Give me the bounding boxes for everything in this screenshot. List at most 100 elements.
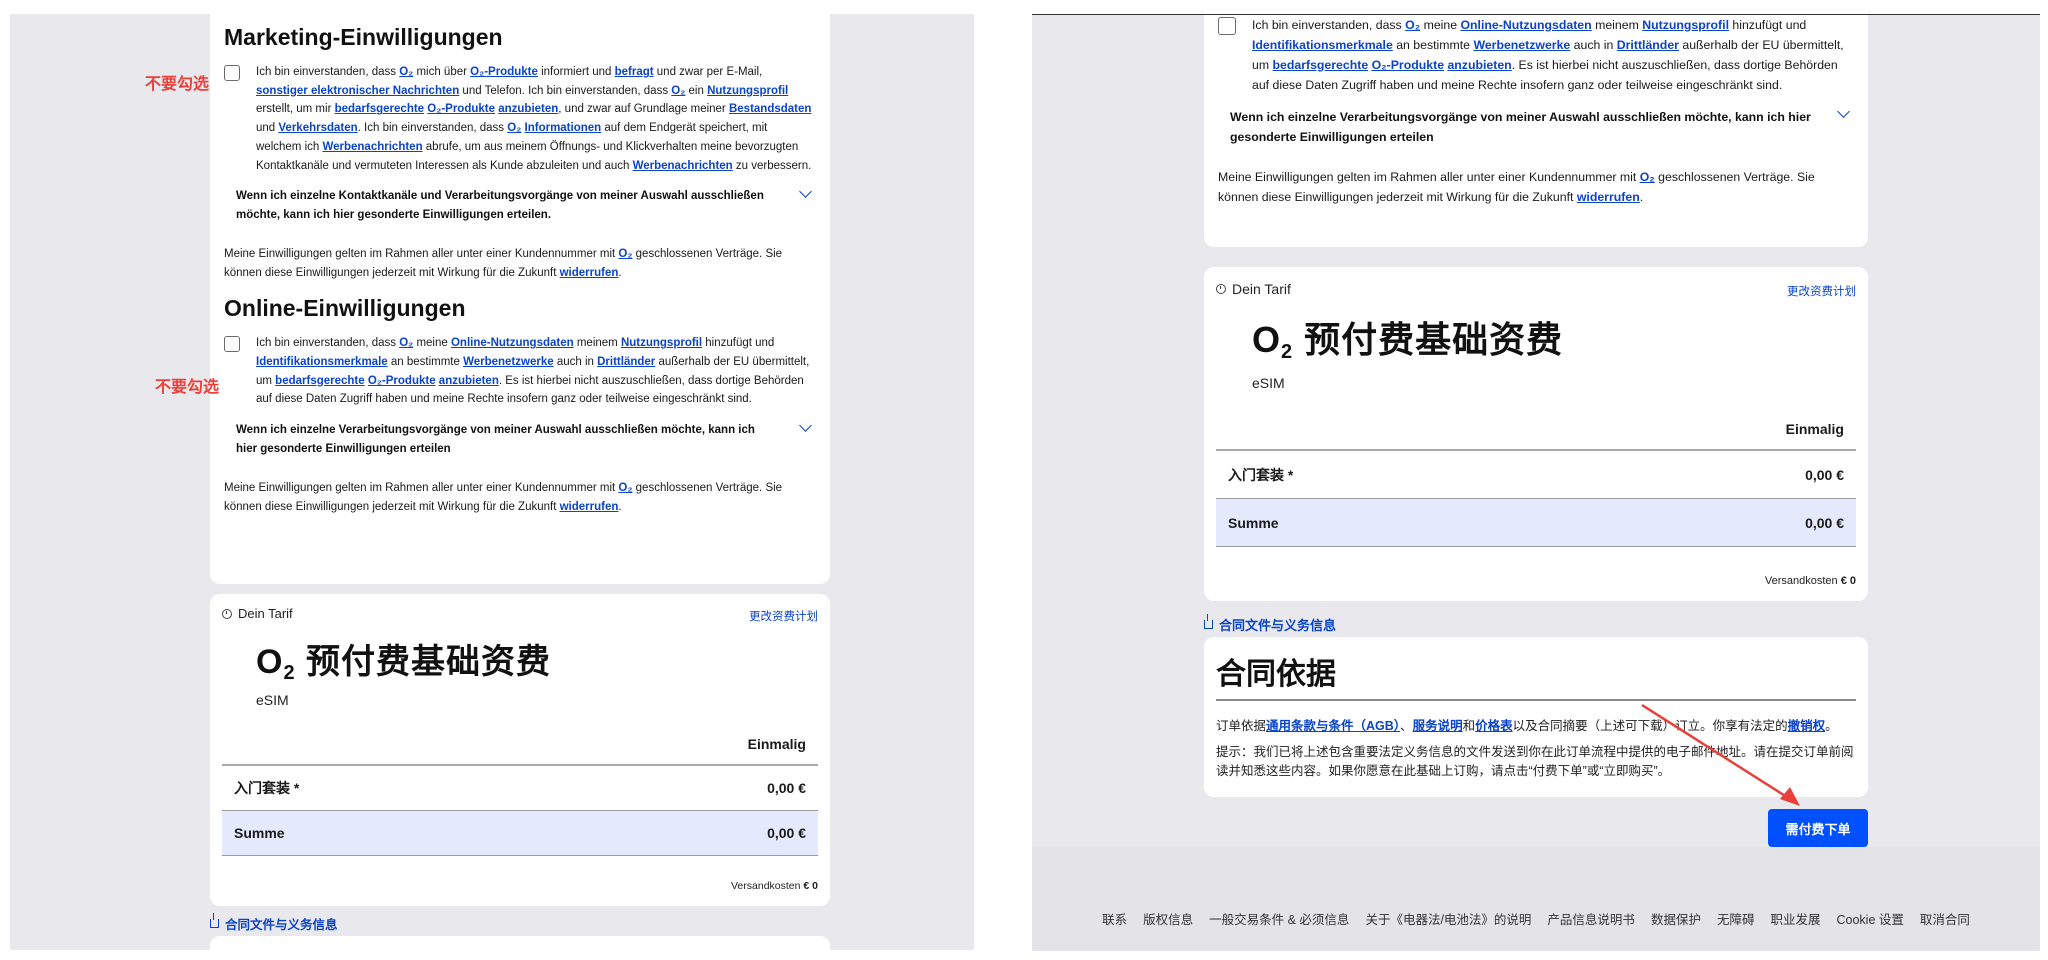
do-not-check-annotation: 不要勾选 [145, 76, 210, 93]
online-consent: Ich bin einverstanden, dass O₂ meine Onl… [224, 334, 814, 409]
online-accordion[interactable]: Wenn ich einzelne Verarbeitungsvorgänge … [236, 419, 814, 459]
inline-link[interactable]: widerrufen [560, 501, 619, 513]
inline-link[interactable]: bedarfsgerechte [275, 375, 364, 387]
inline-link[interactable]: anzubieten [498, 103, 558, 115]
table-row-sum: Summe 0,00 € [1216, 499, 1856, 547]
inline-link[interactable]: Nutzungsprofil [621, 337, 702, 349]
inline-link[interactable]: O₂-Produkte [470, 66, 538, 78]
inline-link[interactable]: O₂-Produkte [1372, 58, 1444, 72]
footer-link-imprint[interactable]: 版权信息 [1143, 909, 1193, 928]
inline-link[interactable]: O₂ [671, 85, 685, 97]
contract-docs-link[interactable]: 合同文件与义务信息 [1204, 614, 1336, 634]
inline-link[interactable]: Identifikationsmerkmale [1252, 38, 1393, 52]
price-column-header: Einmalig [222, 736, 818, 766]
row-value: 0,00 € [1805, 466, 1844, 483]
inline-link[interactable]: bedarfsgerechte [1273, 58, 1369, 72]
marketing-footnote: Meine Einwilligungen gelten im Rahmen al… [224, 248, 783, 280]
inline-link[interactable]: Online-Nutzungsdaten [1460, 18, 1591, 32]
tariff-heading: Dein Tarif [222, 606, 293, 621]
inline-link[interactable]: Bestandsdaten [729, 103, 811, 115]
inline-link[interactable]: O₂ [1405, 18, 1420, 32]
shipping-cost: Versandkosten € 0 [731, 880, 818, 892]
arrow-line [1641, 703, 1791, 801]
online-checkbox[interactable] [224, 336, 240, 353]
inline-link[interactable]: 服务说明 [1413, 719, 1463, 733]
inline-link[interactable]: O₂ [399, 337, 413, 349]
footer-link-terms[interactable]: 一般交易条件 & 必须信息 [1209, 909, 1349, 928]
table-row: 入门套装 * 0,00 € [222, 766, 818, 811]
clock-icon [1216, 284, 1226, 294]
plan-title: 预付费基础资费 [295, 643, 552, 681]
inline-link[interactable]: Drittländer [1617, 38, 1679, 52]
footer-link-cancel-contract[interactable]: 取消合同 [1920, 909, 1970, 928]
inline-link[interactable]: O₂ [618, 482, 632, 494]
change-plan-link[interactable]: 更改资费计划 [1787, 283, 1856, 299]
marketing-title: Marketing-Einwilligungen [224, 24, 503, 50]
inline-link[interactable]: Nutzungsprofil [1642, 18, 1729, 32]
inline-link[interactable]: O₂-Produkte [368, 375, 436, 387]
footer-links: 联系 版权信息 一般交易条件 & 必须信息 关于《电器法/电池法》的说明 产品信… [1032, 909, 2040, 928]
arrow-head [1780, 787, 1800, 806]
inline-link[interactable]: O₂ [1640, 170, 1655, 184]
row-label: 入门套装 * [234, 780, 300, 796]
shipping-label: Versandkosten [731, 880, 804, 892]
table-row: 入门套装 * 0,00 € [1216, 451, 1856, 499]
footer-link-contact[interactable]: 联系 [1102, 909, 1127, 928]
plan-name: O2 预付费基础资费 [1252, 311, 1563, 364]
clock-icon [222, 608, 232, 619]
inline-link[interactable]: bedarfsgerechte [335, 103, 424, 115]
sim-type: eSIM [1252, 375, 1285, 391]
change-plan-link[interactable]: 更改资费计划 [749, 608, 818, 624]
plan-brand-sub: 2 [283, 662, 296, 684]
inline-link[interactable]: befragt [615, 66, 654, 78]
inline-link[interactable]: Werbenachrichten [322, 141, 422, 153]
inline-link[interactable]: O₂ [399, 66, 413, 78]
inline-link[interactable]: anzubieten [439, 375, 499, 387]
inline-link[interactable]: 通用条款与条件（AGB） [1266, 719, 1400, 733]
inline-link[interactable]: Informationen [525, 122, 602, 134]
marketing-checkbox[interactable] [224, 65, 240, 81]
shipping-label: Versandkosten [1764, 575, 1841, 587]
inline-link[interactable]: widerrufen [1577, 190, 1640, 204]
online-title: Online-Einwilligungen [224, 295, 466, 322]
download-icon [210, 913, 219, 928]
inline-link[interactable]: Drittländer [597, 356, 655, 368]
inline-link[interactable]: Werbenetzwerke [1473, 38, 1570, 52]
contract-docs-label: 合同文件与义务信息 [225, 918, 338, 932]
row-label: Summe [1228, 514, 1279, 531]
inline-link[interactable]: Online-Nutzungsdaten [451, 337, 574, 349]
download-icon [1204, 614, 1213, 629]
contract-docs-link[interactable]: 合同文件与义务信息 [210, 913, 338, 933]
chevron-down-icon [1837, 105, 1850, 118]
footer-link-weee[interactable]: 关于《电器法/电池法》的说明 [1365, 909, 1531, 928]
online-consent-card: Ich bin einverstanden, dass O₂ meine Onl… [1204, 15, 1868, 247]
inline-link[interactable]: widerrufen [560, 267, 619, 279]
marketing-accordion[interactable]: Wenn ich einzelne Kontaktkanäle und Vera… [236, 185, 814, 225]
inline-link[interactable]: Identifikationsmerkmale [256, 356, 388, 368]
online-accordion-label: Wenn ich einzelne Verarbeitungsvorgänge … [236, 424, 755, 456]
inline-link[interactable]: O₂ [618, 248, 632, 260]
footer-link-cookie-settings[interactable]: Cookie 设置 [1836, 909, 1903, 928]
tariff-card: Dein Tarif 更改资费计划 O2 预付费基础资费 eSIM Einmal… [210, 594, 830, 906]
shipping-value: € 0 [803, 880, 818, 892]
online-consent-text: Ich bin einverstanden, dass O₂ meine Onl… [1252, 18, 1844, 92]
online-checkbox[interactable] [1218, 17, 1236, 35]
row-label: 入门套装 * [1228, 466, 1294, 483]
online-accordion[interactable]: Wenn ich einzelne Verarbeitungsvorgänge … [1230, 105, 1852, 147]
price-table: Einmalig 入门套装 * 0,00 € Summe 0,00 € [1216, 421, 1856, 547]
plan-brand-sub: 2 [1281, 341, 1294, 363]
inline-link[interactable]: Verkehrsdaten [278, 122, 357, 134]
inline-link[interactable]: O₂-Produkte [427, 103, 495, 115]
inline-link[interactable]: Werbenachrichten [633, 160, 733, 172]
footer-link-careers[interactable]: 职业发展 [1770, 909, 1820, 928]
shipping-cost: Versandkosten € 0 [1765, 575, 1856, 587]
inline-link[interactable]: 价格表 [1475, 719, 1513, 733]
inline-link[interactable]: Nutzungsprofil [707, 85, 788, 97]
inline-link[interactable]: O₂ [507, 122, 521, 134]
inline-link[interactable]: Werbenetzwerke [463, 356, 554, 368]
inline-link[interactable]: sonstiger elektronischer Nachrichten [256, 85, 459, 97]
footer-link-accessibility[interactable]: 无障碍 [1717, 909, 1755, 928]
inline-link[interactable]: anzubieten [1447, 58, 1511, 72]
footer-link-privacy[interactable]: 数据保护 [1651, 909, 1701, 928]
footer-link-product-info[interactable]: 产品信息说明书 [1547, 909, 1635, 928]
